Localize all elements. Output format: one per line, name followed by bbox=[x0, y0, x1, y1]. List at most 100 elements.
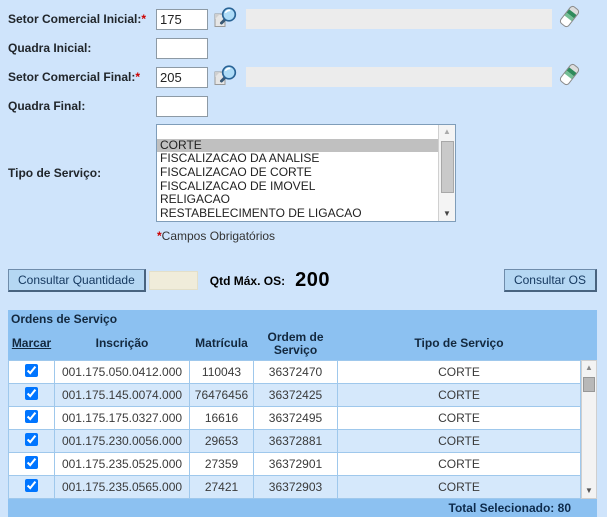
tipo-servico-cell: CORTE bbox=[338, 384, 580, 406]
scrollbar-thumb[interactable] bbox=[441, 141, 454, 193]
inscricao-cell: 001.175.145.0074.000 bbox=[55, 384, 189, 406]
inscricao-cell: 001.175.235.0525.000 bbox=[55, 453, 189, 475]
setor-final-lookup-button[interactable] bbox=[213, 64, 239, 91]
tipo-servico-option[interactable]: FISCALIZACAO DA ANALISE bbox=[157, 152, 438, 166]
setor-inicial-clear-button[interactable] bbox=[558, 4, 581, 34]
setor-comercial-final-input[interactable] bbox=[156, 67, 208, 88]
listbox-scrollbar[interactable]: ▲ ▼ bbox=[438, 125, 455, 221]
marcar-cell bbox=[9, 384, 54, 406]
matricula-cell: 27359 bbox=[190, 453, 253, 475]
eraser-icon bbox=[558, 62, 581, 89]
marcar-all-link[interactable]: Marcar bbox=[12, 336, 51, 350]
ordem-servico-cell: 36372495 bbox=[254, 407, 337, 429]
orders-table-header: Marcar Inscrição Matrícula Ordem de Serv… bbox=[8, 327, 597, 360]
table-scrollbar[interactable]: ▲ ▼ bbox=[581, 360, 597, 499]
tipo-servico-cell: CORTE bbox=[338, 430, 580, 452]
orders-table-section: Ordens de Serviço Marcar Inscrição Matrí… bbox=[8, 310, 597, 517]
table-row: 001.175.235.0565.000 27421 36372903 CORT… bbox=[9, 476, 580, 498]
header-ordem-servico: Ordem de Serviço bbox=[254, 331, 337, 357]
consultar-os-button[interactable]: Consultar OS bbox=[504, 269, 597, 292]
setor-final-clear-button[interactable] bbox=[558, 62, 581, 92]
marcar-cell bbox=[9, 361, 54, 383]
lookup-magnifier-icon bbox=[213, 6, 239, 30]
ordem-servico-cell: 36372881 bbox=[254, 430, 337, 452]
orders-table-body-wrap: 001.175.050.0412.000 110043 36372470 COR… bbox=[8, 360, 597, 499]
tipo-servico-cell: CORTE bbox=[338, 476, 580, 498]
total-selected-label: Total Selecionado: 80 bbox=[8, 499, 597, 517]
table-row: 001.175.175.0327.000 16616 36372495 CORT… bbox=[9, 407, 580, 429]
header-inscricao: Inscrição bbox=[55, 331, 189, 357]
setor-final-description-bar bbox=[246, 67, 552, 87]
form-row-setor-final: Setor Comercial Final:* bbox=[8, 66, 607, 88]
row-checkbox[interactable] bbox=[25, 387, 38, 400]
tipo-servico-options: CORTEFISCALIZACAO DA ANALISEFISCALIZACAO… bbox=[157, 125, 438, 221]
row-checkbox[interactable] bbox=[25, 410, 38, 423]
tipo-servico-option[interactable]: RELIGACAO bbox=[157, 193, 438, 207]
inscricao-cell: 001.175.235.0565.000 bbox=[55, 476, 189, 498]
header-marcar: Marcar bbox=[9, 331, 54, 357]
scroll-down-icon[interactable]: ▼ bbox=[439, 207, 455, 221]
form-row-quadra-inicial: Quadra Inicial: bbox=[8, 37, 607, 59]
tipo-servico-option[interactable]: FISCALIZACAO DE IMOVEL bbox=[157, 180, 438, 194]
marcar-cell bbox=[9, 430, 54, 452]
tipo-servico-option[interactable]: CORTE bbox=[157, 139, 438, 153]
matricula-cell: 110043 bbox=[190, 361, 253, 383]
quadra-final-input[interactable] bbox=[156, 96, 208, 117]
tipo-servico-cell: CORTE bbox=[338, 453, 580, 475]
service-orders-page: Setor Comercial Inicial:* Quadra Inicial… bbox=[0, 0, 607, 513]
setor-comercial-inicial-input[interactable] bbox=[156, 9, 208, 30]
tipo-servico-listbox[interactable]: CORTEFISCALIZACAO DA ANALISEFISCALIZACAO… bbox=[156, 124, 456, 222]
matricula-cell: 16616 bbox=[190, 407, 253, 429]
eraser-icon bbox=[558, 4, 581, 31]
tipo-servico-option[interactable] bbox=[157, 125, 438, 139]
ordem-servico-cell: 36372903 bbox=[254, 476, 337, 498]
tipo-servico-cell: CORTE bbox=[338, 407, 580, 429]
orders-table-body: 001.175.050.0412.000 110043 36372470 COR… bbox=[9, 361, 580, 498]
scroll-up-icon[interactable]: ▲ bbox=[439, 125, 455, 139]
setor-inicial-description-bar bbox=[246, 9, 552, 29]
tipo-servico-option[interactable]: FISCALIZACAO DE CORTE bbox=[157, 166, 438, 180]
inscricao-cell: 001.175.230.0056.000 bbox=[55, 430, 189, 452]
inscricao-cell: 001.175.175.0327.000 bbox=[55, 407, 189, 429]
header-tipo-servico: Tipo de Serviço bbox=[338, 331, 580, 357]
table-row: 001.175.235.0525.000 27359 36372901 CORT… bbox=[9, 453, 580, 475]
required-asterisk: * bbox=[135, 70, 140, 84]
table-row: 001.175.230.0056.000 29653 36372881 CORT… bbox=[9, 430, 580, 452]
header-matricula: Matrícula bbox=[190, 331, 253, 357]
matricula-cell: 27421 bbox=[190, 476, 253, 498]
scroll-down-icon[interactable]: ▼ bbox=[582, 484, 596, 498]
matricula-cell: 29653 bbox=[190, 430, 253, 452]
row-checkbox[interactable] bbox=[25, 364, 38, 377]
tipo-servico-cell: CORTE bbox=[338, 361, 580, 383]
orders-table-title: Ordens de Serviço bbox=[8, 310, 597, 327]
form-row-setor-inicial: Setor Comercial Inicial:* bbox=[8, 8, 607, 30]
marcar-cell bbox=[9, 407, 54, 429]
row-checkbox[interactable] bbox=[25, 479, 38, 492]
scrollbar-thumb[interactable] bbox=[583, 377, 595, 392]
qtd-max-os-value: 200 bbox=[295, 269, 330, 292]
tipo-servico-label: Tipo de Serviço: bbox=[8, 166, 156, 180]
consultar-quantidade-button[interactable]: Consultar Quantidade bbox=[8, 269, 146, 292]
inscricao-cell: 001.175.050.0412.000 bbox=[55, 361, 189, 383]
quadra-inicial-label: Quadra Inicial: bbox=[8, 41, 156, 55]
lookup-magnifier-icon bbox=[213, 64, 239, 88]
table-row: 001.175.050.0412.000 110043 36372470 COR… bbox=[9, 361, 580, 383]
marcar-cell bbox=[9, 453, 54, 475]
marcar-cell bbox=[9, 476, 54, 498]
ordem-servico-cell: 36372901 bbox=[254, 453, 337, 475]
table-row: 001.175.145.0074.000 76476456 36372425 C… bbox=[9, 384, 580, 406]
required-asterisk: * bbox=[141, 12, 146, 26]
setor-comercial-inicial-label: Setor Comercial Inicial:* bbox=[8, 12, 156, 26]
ordem-servico-cell: 36372470 bbox=[254, 361, 337, 383]
ordem-servico-cell: 36372425 bbox=[254, 384, 337, 406]
scroll-up-icon[interactable]: ▲ bbox=[582, 361, 596, 375]
row-checkbox[interactable] bbox=[25, 456, 38, 469]
row-checkbox[interactable] bbox=[25, 433, 38, 446]
matricula-cell: 76476456 bbox=[190, 384, 253, 406]
form-row-tipo-servico: Tipo de Serviço: CORTEFISCALIZACAO DA AN… bbox=[8, 124, 607, 222]
form-row-quadra-final: Quadra Final: bbox=[8, 95, 607, 117]
setor-inicial-lookup-button[interactable] bbox=[213, 6, 239, 33]
quadra-inicial-input[interactable] bbox=[156, 38, 208, 59]
setor-comercial-final-label: Setor Comercial Final:* bbox=[8, 70, 156, 84]
tipo-servico-option[interactable]: RESTABELECIMENTO DE LIGACAO bbox=[157, 207, 438, 221]
